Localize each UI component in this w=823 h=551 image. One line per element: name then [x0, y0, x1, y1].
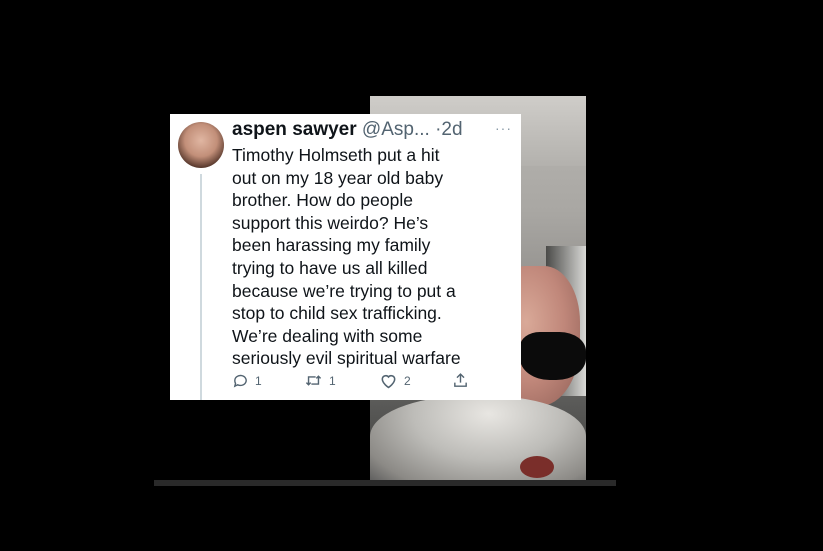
tweet-card[interactable]: aspen sawyer @Asp... ·2d ··· Timothy Hol… [170, 114, 521, 400]
reply-icon [232, 372, 249, 389]
user-handle[interactable]: @Asp... [362, 119, 430, 140]
avatar[interactable] [178, 122, 224, 168]
heart-icon [379, 372, 398, 389]
reply-count: 1 [255, 373, 262, 388]
share-icon [452, 372, 469, 389]
sunglasses [520, 332, 586, 380]
more-icon[interactable]: ··· [495, 120, 512, 136]
screenshot-canvas: aspen sawyer @Asp... ·2d ··· Timothy Hol… [0, 0, 823, 551]
display-name[interactable]: aspen sawyer [232, 119, 357, 140]
thread-line [200, 174, 202, 400]
like-count: 2 [404, 373, 411, 388]
retweet-count: 1 [329, 373, 336, 388]
share-button[interactable] [452, 372, 469, 389]
mouth [520, 456, 554, 478]
reply-button[interactable]: 1 [232, 372, 262, 389]
retweet-button[interactable]: 1 [304, 372, 336, 389]
retweet-icon [304, 372, 323, 389]
tweet-text: Timothy Holmseth put a hit out on my 18 … [232, 145, 461, 369]
tweet-header: aspen sawyer @Asp... ·2d [232, 118, 463, 142]
like-button[interactable]: 2 [379, 372, 411, 389]
tweet-actions: 1 1 2 [232, 372, 472, 392]
video-progress-bar [154, 480, 616, 486]
timestamp[interactable]: 2d [441, 119, 462, 140]
